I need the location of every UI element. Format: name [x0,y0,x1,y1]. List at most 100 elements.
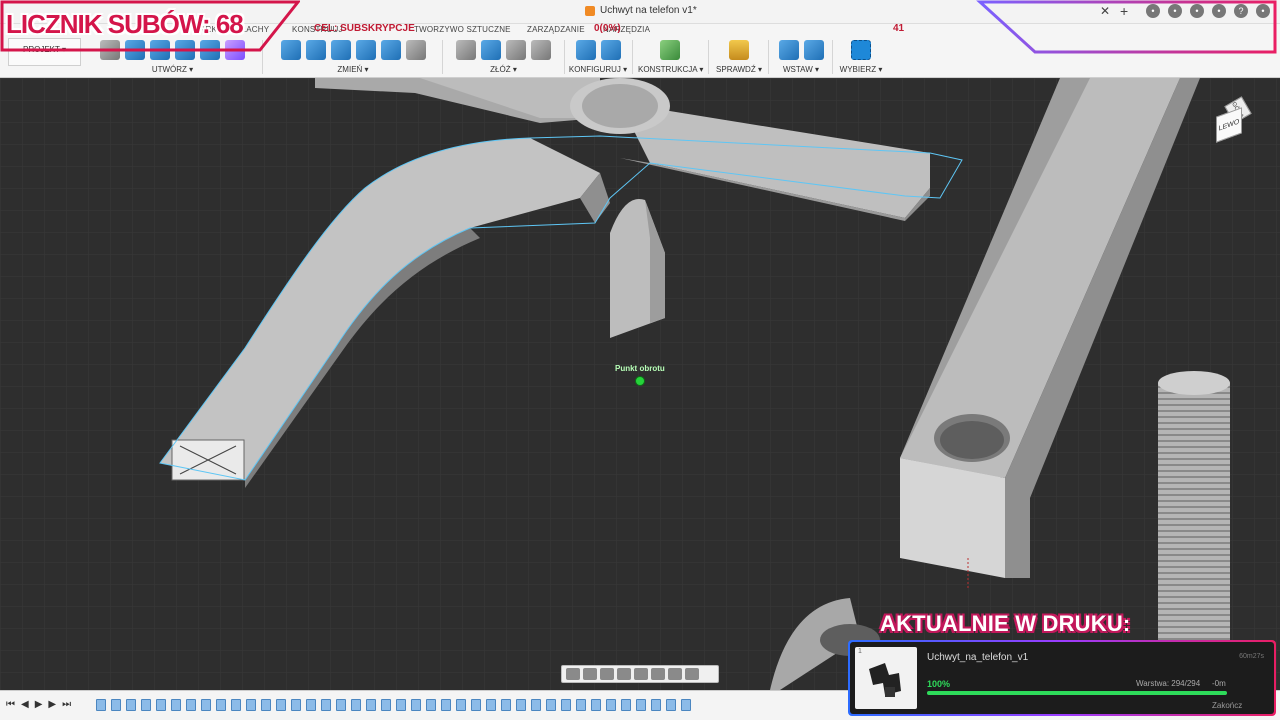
configure-menu[interactable]: KONFIGURUJ [569,65,621,74]
pivot-label: Punkt obrotu [615,364,665,373]
3d-viewport[interactable]: Punkt obrotu [0,78,1280,690]
document-tab[interactable]: Uchwyt na telefon v1* [585,5,697,16]
timeline-feature[interactable] [336,699,346,711]
create-menu[interactable]: UTWÓRZ [152,65,187,74]
construct-menu[interactable]: KONSTRUKCJA [638,65,697,74]
select-group: WYBIERZ ▾ [838,38,884,76]
timeline-feature[interactable] [531,699,541,711]
look-at-icon[interactable] [583,668,597,680]
timeline-feature[interactable] [441,699,451,711]
timeline-feature[interactable] [651,699,661,711]
timeline-feature[interactable] [351,699,361,711]
print-elapsed: 60m27s [1239,653,1264,660]
pivot-point-icon[interactable] [635,376,645,386]
timeline-feature[interactable] [426,699,436,711]
timeline-feature[interactable] [666,699,676,711]
tab-plastic[interactable]: TWORZYWO SZTUCZNE [414,25,511,34]
timeline-feature[interactable] [561,699,571,711]
timeline-feature[interactable] [231,699,241,711]
select-menu[interactable]: WYBIERZ [840,65,876,74]
assemble-menu[interactable]: ZŁÓŻ [490,65,510,74]
timeline-feature[interactable] [126,699,136,711]
configuration-table-icon[interactable] [600,40,621,60]
step-forward-icon[interactable]: ▶ [48,699,56,710]
select-icon[interactable] [851,40,871,60]
timeline-feature[interactable] [471,699,481,711]
viewports-icon[interactable] [685,668,699,680]
timeline-feature[interactable] [276,699,286,711]
insert-canvas-icon[interactable] [803,40,824,60]
timeline-feature[interactable] [186,699,196,711]
ribbon-separator [632,40,633,74]
measure-icon[interactable] [729,40,749,60]
timeline-feature[interactable] [216,699,226,711]
timeline-feature[interactable] [606,699,616,711]
print-status-card: 1 Uchwyt_na_telefon_v1 60m27s 100% Warst… [848,640,1276,716]
as-built-joint-icon[interactable] [506,40,526,60]
modify-menu[interactable]: ZMIEŃ [337,65,362,74]
new-component-icon[interactable] [456,40,476,60]
timeline-feature[interactable] [621,699,631,711]
threaded-rod[interactable] [1158,371,1230,683]
timeline-feature[interactable] [141,699,151,711]
inspect-menu[interactable]: SPRAWDŹ [716,65,756,74]
tab-manage[interactable]: ZARZĄDZANIE [527,25,585,34]
ribbon-separator [708,40,709,74]
print-progress-bar [927,691,1227,695]
timeline-feature[interactable] [246,699,256,711]
navigation-bar [561,665,719,683]
timeline-feature[interactable] [681,699,691,711]
split-icon[interactable] [380,40,401,60]
display-settings-icon[interactable] [651,668,665,680]
print-remaining: -0m [1212,679,1226,688]
timeline-feature[interactable] [201,699,211,711]
construction-plane-icon[interactable] [660,40,680,60]
timeline-feature[interactable] [396,699,406,711]
timeline-feature[interactable] [516,699,526,711]
combine-icon[interactable] [355,40,376,60]
sub-counter: LICZNIK SUBÓW: 68 [6,9,244,39]
timeline-feature[interactable] [381,699,391,711]
timeline-feature[interactable] [501,699,511,711]
fit-icon[interactable] [634,668,648,680]
timeline-feature[interactable] [261,699,271,711]
insert-derive-icon[interactable] [778,40,799,60]
fillet-icon[interactable] [305,40,326,60]
timeline-feature[interactable] [411,699,421,711]
timeline-feature[interactable] [486,699,496,711]
timeline-feature[interactable] [96,699,106,711]
view-cube[interactable]: GÓRA LEWO [1210,96,1252,143]
timeline-feature[interactable] [111,699,121,711]
timeline-feature[interactable] [366,699,376,711]
timeline-feature[interactable] [321,699,331,711]
pan-icon[interactable] [600,668,614,680]
grid-settings-icon[interactable] [668,668,682,680]
timeline-feature[interactable] [171,699,181,711]
overlay-frame-right [976,0,1277,54]
joint-icon[interactable] [481,40,501,60]
configure-icon[interactable] [575,40,596,60]
timeline-feature[interactable] [291,699,301,711]
timeline-feature[interactable] [576,699,586,711]
timeline-feature[interactable] [156,699,166,711]
timeline-feature[interactable] [306,699,316,711]
insert-menu[interactable]: WSTAW [783,65,813,74]
print-progress-fill [927,691,1227,695]
viewcube-left-face[interactable]: LEWO [1216,107,1242,143]
go-to-start-icon[interactable]: ⏮ [6,699,15,710]
configure-group: KONFIGURUJ ▾ [568,38,628,76]
now-printing-heading: AKTUALNIE W DRUKU: [880,611,1131,636]
move-icon[interactable] [405,40,426,60]
shell-icon[interactable] [330,40,351,60]
timeline-feature[interactable] [456,699,466,711]
play-icon[interactable]: ▶ [35,699,43,710]
timeline-feature[interactable] [546,699,556,711]
timeline-feature[interactable] [591,699,601,711]
joint-origin-icon[interactable] [531,40,551,60]
timeline-feature[interactable] [636,699,646,711]
go-to-end-icon[interactable]: ⏭ [62,699,71,710]
sub-goal-label: CEL: SUBSKRYPCJE [314,23,415,34]
zoom-icon[interactable] [617,668,631,680]
orbit-icon[interactable] [566,668,580,680]
step-back-icon[interactable]: ◀ [21,699,29,710]
